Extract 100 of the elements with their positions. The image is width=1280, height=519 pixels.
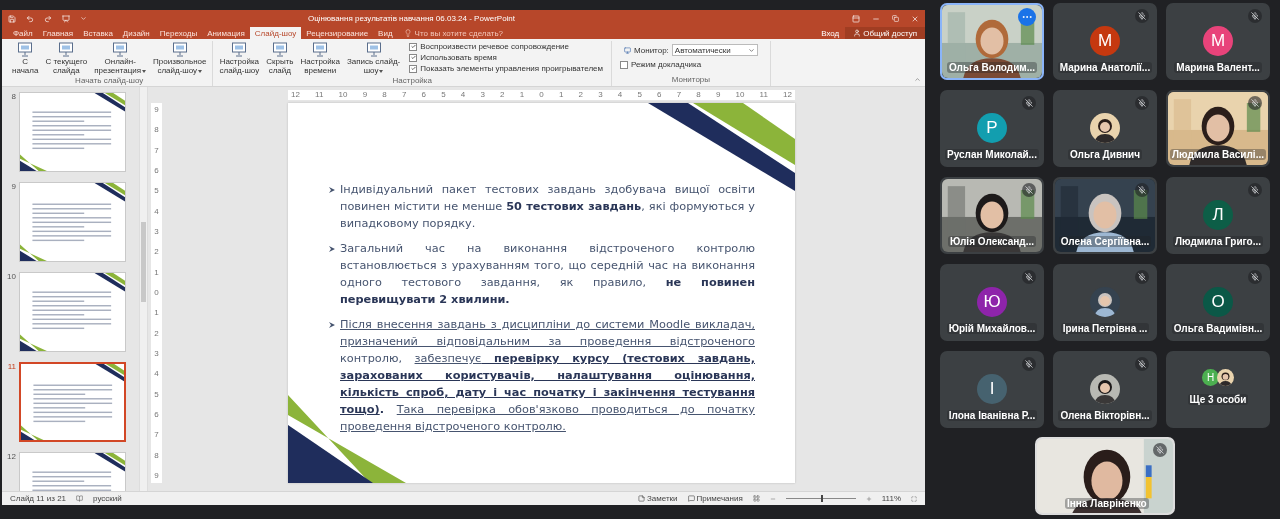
ribbon-button[interactable]: Запись слайд- шоу bbox=[344, 41, 403, 76]
ruler-number: 9 bbox=[154, 471, 159, 480]
ribbon-tab[interactable]: Главная bbox=[37, 27, 79, 39]
ruler-number: 0 bbox=[539, 91, 544, 99]
participant-name: Ольга Вадимівн... bbox=[1171, 323, 1265, 334]
presentation-icon[interactable] bbox=[62, 14, 70, 23]
tell-me-field[interactable]: Что вы хотите сделать? bbox=[403, 27, 504, 39]
scrollbar[interactable] bbox=[139, 87, 148, 491]
ruler-number: 10 bbox=[735, 91, 745, 99]
ribbon-button[interactable]: Настройка слайд-шоу bbox=[217, 41, 262, 76]
restore-icon[interactable] bbox=[892, 15, 899, 22]
ruler-number: 8 bbox=[154, 451, 159, 460]
ribbon-tab[interactable]: Файл bbox=[8, 27, 38, 39]
ribbon-tab[interactable]: Вид bbox=[373, 27, 398, 39]
checkbox[interactable] bbox=[620, 60, 628, 69]
ribbon-tab[interactable]: Слайд-шоу bbox=[249, 27, 302, 39]
bullet-text: Загальний час на виконання відстроченого контролю встановлюється з урахуванням того, що середній час на виконання одного тестового завдання, як правило, не повинен перевищувати 2 хвилини. bbox=[340, 241, 755, 308]
ruler-number: 9 bbox=[362, 91, 368, 99]
share-button[interactable]: Общий доступ bbox=[845, 27, 925, 39]
ribbon-button[interactable]: С начала bbox=[10, 41, 41, 76]
ruler-number: 6 bbox=[421, 91, 426, 99]
ruler-number: 8 bbox=[696, 91, 701, 99]
ruler-number: 2 bbox=[154, 248, 159, 257]
spellcheck-icon[interactable] bbox=[76, 495, 84, 502]
ruler-number: 6 bbox=[154, 410, 159, 419]
participant-name: Марина Анатолії... bbox=[1057, 62, 1153, 73]
slide-number: 8 bbox=[10, 92, 16, 103]
caret-icon[interactable] bbox=[80, 15, 87, 22]
ruler-number: 8 bbox=[382, 91, 387, 99]
ruler-number: 7 bbox=[154, 431, 159, 440]
monitor-icon bbox=[624, 46, 631, 54]
ribbon-button[interactable]: С текущего слайда bbox=[43, 41, 90, 76]
monitor-select[interactable]: Автоматически bbox=[671, 44, 758, 56]
ribbon-tab[interactable]: Переходы bbox=[154, 27, 203, 39]
close-icon[interactable] bbox=[911, 14, 919, 23]
ruler-number: 12 bbox=[291, 91, 300, 99]
save-icon[interactable] bbox=[8, 14, 16, 23]
ruler-number: 0 bbox=[154, 288, 159, 297]
group-label: Мониторы bbox=[670, 75, 712, 86]
ribbon-button[interactable]: Скрыть слайд bbox=[264, 41, 296, 76]
caret-icon bbox=[747, 46, 755, 54]
avatar: Р bbox=[977, 113, 1007, 143]
ruler-number: 2 bbox=[154, 329, 159, 338]
slide-thumbnail[interactable] bbox=[19, 272, 126, 352]
slide-thumbnail[interactable] bbox=[19, 362, 126, 442]
notes-button[interactable]: Заметки bbox=[637, 494, 678, 503]
zoom-level: 111% bbox=[881, 494, 901, 503]
participant-name: Ольга Володим... bbox=[946, 62, 1038, 73]
ruler-number: 3 bbox=[598, 91, 603, 99]
fit-slide-icon[interactable] bbox=[911, 495, 917, 502]
sign-in-link[interactable]: Вход bbox=[815, 27, 846, 39]
ruler-number: 3 bbox=[154, 349, 159, 358]
participant-name: Олена Вікторівн... bbox=[1058, 410, 1152, 421]
ruler-number: 5 bbox=[154, 187, 159, 196]
monitor-label: Монитор: bbox=[634, 45, 669, 55]
ruler-number: 7 bbox=[676, 91, 682, 99]
checkbox[interactable] bbox=[409, 53, 418, 62]
ruler-number: 1 bbox=[558, 91, 564, 99]
ruler-number: 12 bbox=[783, 91, 792, 99]
language-label[interactable]: русский bbox=[93, 494, 122, 503]
arrow-bullet-icon bbox=[328, 321, 336, 329]
ribbon-tab[interactable]: Рецензирование bbox=[301, 27, 374, 39]
ribbon-display-icon[interactable] bbox=[852, 14, 860, 23]
ruler-number: 3 bbox=[480, 91, 485, 99]
zoom-in-icon[interactable] bbox=[865, 495, 872, 502]
window-title: Оцінювання результатів навчання 06.03.24 - PowerPoint bbox=[308, 14, 517, 23]
participant-name: Ольга Дивнич bbox=[1067, 149, 1143, 160]
comment-icon bbox=[687, 495, 695, 502]
avatar: О bbox=[1203, 287, 1233, 317]
checkbox[interactable] bbox=[409, 64, 418, 73]
ruler-number: 4 bbox=[460, 91, 466, 99]
slide-number: 12 bbox=[6, 452, 16, 463]
ruler-number: 2 bbox=[500, 91, 505, 99]
grid-view-icon[interactable] bbox=[752, 495, 760, 502]
undo-icon[interactable] bbox=[26, 14, 34, 23]
ribbon-button[interactable]: Настройка времени bbox=[298, 41, 342, 76]
checkbox[interactable] bbox=[409, 42, 418, 51]
ribbon-button[interactable]: Онлайн- презентация bbox=[92, 41, 149, 76]
user-icon bbox=[853, 29, 862, 37]
participant-name: Юлія Олександ... bbox=[947, 236, 1037, 247]
ruler-number: 4 bbox=[617, 91, 623, 99]
ruler-number: 2 bbox=[578, 91, 583, 99]
slide-number: 11 bbox=[6, 362, 16, 373]
ribbon-tab[interactable]: Дизайн bbox=[117, 27, 155, 39]
zoom-thumb[interactable] bbox=[820, 495, 823, 502]
comments-button[interactable]: Примечания bbox=[687, 494, 743, 503]
ribbon-button[interactable]: Произвольное слайд-шоу bbox=[151, 41, 209, 76]
slide-thumbnail[interactable] bbox=[19, 182, 126, 262]
slide-thumbnail[interactable] bbox=[19, 92, 126, 172]
ruler-number: 7 bbox=[154, 146, 159, 155]
ribbon-tab[interactable]: Вставка bbox=[78, 27, 118, 39]
avatar: І bbox=[977, 374, 1007, 404]
group-label: Начать слайд-шоу bbox=[74, 75, 145, 87]
participant-name: Ще 3 особи bbox=[1187, 394, 1249, 405]
redo-icon[interactable] bbox=[44, 14, 52, 23]
avatar: М bbox=[1203, 26, 1233, 56]
arrow-bullet-icon bbox=[328, 245, 336, 253]
avatar: М bbox=[1090, 26, 1120, 56]
ribbon-tab[interactable]: Анимация bbox=[202, 27, 250, 39]
participant-name: Ілона Іванівна Р... bbox=[946, 410, 1038, 421]
